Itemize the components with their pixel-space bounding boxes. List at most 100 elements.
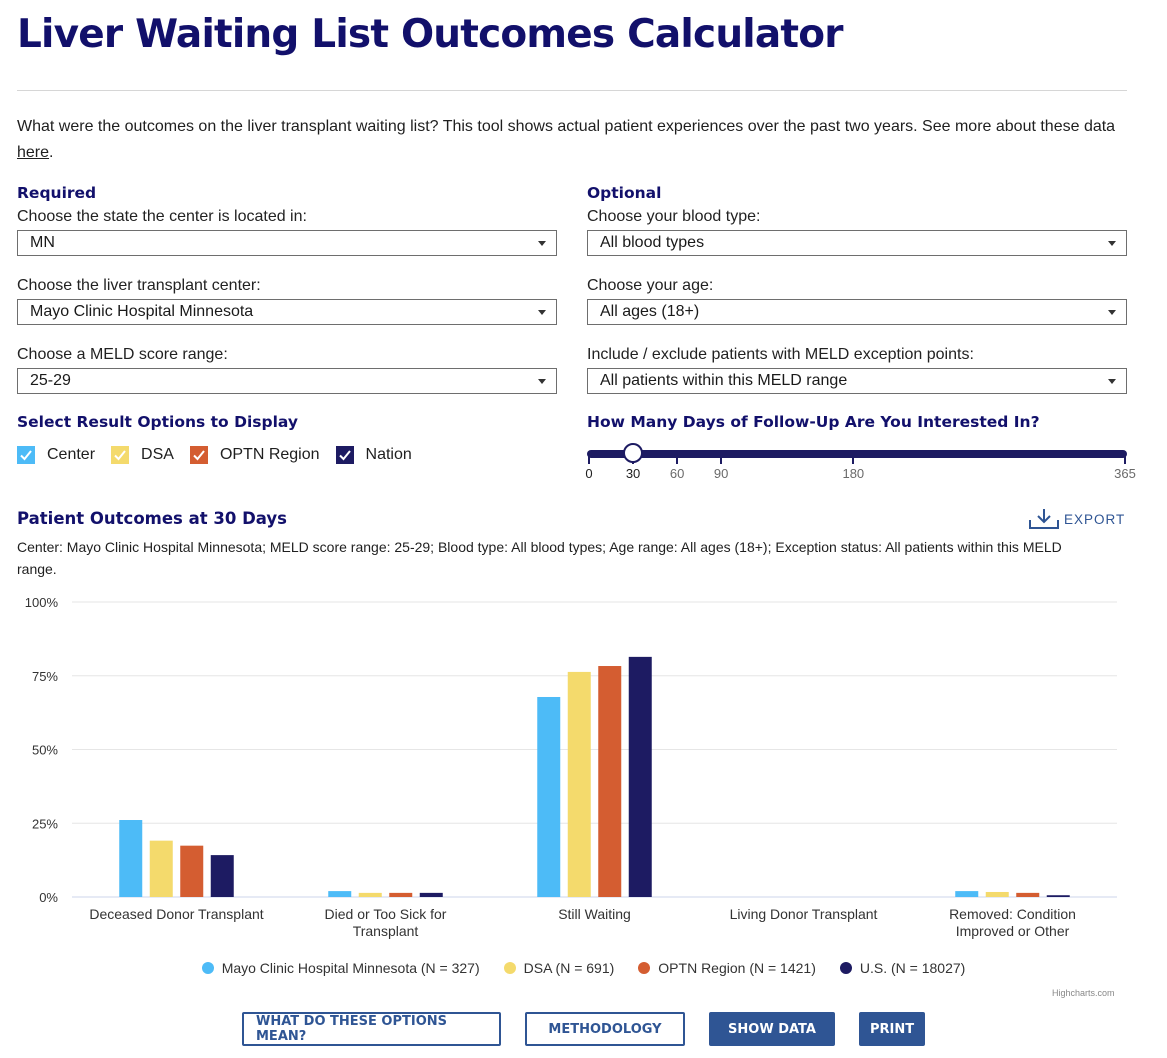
legend-item[interactable]: Mayo Clinic Hospital Minnesota (N = 327) xyxy=(201,960,480,976)
slider-thumb[interactable] xyxy=(623,443,644,463)
slider-tick xyxy=(588,454,590,464)
highcharts-credit[interactable]: Highcharts.com xyxy=(1052,988,1115,998)
bar[interactable] xyxy=(119,820,143,897)
slider-tick-label[interactable]: 180 xyxy=(842,466,864,481)
meld-label: Choose a MELD score range: xyxy=(17,346,228,363)
checkbox-box[interactable] xyxy=(189,446,208,464)
caret-down-icon xyxy=(538,241,546,246)
bar[interactable] xyxy=(358,892,382,897)
required-heading: Required xyxy=(17,184,97,202)
legend-label: Mayo Clinic Hospital Minnesota (N = 327) xyxy=(221,960,480,976)
check-icon xyxy=(114,450,126,461)
bar[interactable] xyxy=(210,855,234,897)
bar[interactable] xyxy=(1016,892,1040,897)
age-label: Choose your age: xyxy=(587,277,714,294)
x-category-label: Improved or Other xyxy=(956,923,1070,939)
blood-select[interactable]: All blood types xyxy=(587,230,1127,256)
checkbox-label: Nation xyxy=(365,446,412,463)
download-icon xyxy=(1029,509,1059,529)
outcomes-bar-chart: 0% 25% 50% 75% 100% Deceased Donor Transplant… xyxy=(25,595,1117,939)
state-label: Choose the state the center is located i… xyxy=(17,208,307,225)
caret-down-icon xyxy=(1108,379,1116,384)
bar[interactable] xyxy=(149,840,173,897)
page-title: Liver Waiting List Outcomes Calculator xyxy=(17,12,843,57)
checkbox-dsa[interactable]: DSA xyxy=(111,446,174,464)
methodology-button[interactable]: METHODOLOGY xyxy=(525,1012,685,1046)
bar[interactable] xyxy=(598,666,622,897)
slider-tick-label[interactable]: 0 xyxy=(585,466,592,481)
optional-heading: Optional xyxy=(587,184,662,202)
bar[interactable] xyxy=(985,891,1009,897)
chart-title: Patient Outcomes at 30 Days xyxy=(17,509,287,528)
bar[interactable] xyxy=(180,845,204,897)
slider-tick xyxy=(1124,454,1126,464)
state-select[interactable]: MN xyxy=(17,230,557,256)
export-button[interactable]: EXPORT xyxy=(1028,508,1125,530)
slider-tick-label[interactable]: 90 xyxy=(714,466,728,481)
exception-select[interactable]: All patients within this MELD range xyxy=(587,368,1127,394)
age-value: All ages (18+) xyxy=(600,303,700,320)
page: Liver Waiting List Outcomes Calculator W… xyxy=(0,0,1167,1058)
bar[interactable] xyxy=(328,891,352,897)
legend-item[interactable]: U.S. (N = 18027) xyxy=(839,960,966,976)
slider-tick xyxy=(720,454,723,464)
age-select[interactable]: All ages (18+) xyxy=(587,299,1127,325)
checkbox-box[interactable] xyxy=(111,446,130,464)
checkbox-nation[interactable]: Nation xyxy=(335,446,412,464)
x-category-label: Living Donor Transplant xyxy=(730,906,878,922)
bar[interactable] xyxy=(955,891,979,897)
check-icon xyxy=(20,450,32,461)
slider-tick xyxy=(852,454,855,464)
legend-dot-icon xyxy=(503,962,516,974)
x-category-label: Still Waiting xyxy=(558,906,631,922)
x-category-label: Transplant xyxy=(353,923,419,939)
action-buttons: WHAT DO THESE OPTIONS MEAN? METHODOLOGY … xyxy=(242,1012,949,1046)
exception-label: Include / exclude patients with MELD exc… xyxy=(587,346,974,363)
show-data-button[interactable]: SHOW DATA xyxy=(709,1012,835,1046)
legend-item[interactable]: DSA (N = 691) xyxy=(503,960,615,976)
x-category-label: Removed: Condition xyxy=(949,906,1076,922)
bar[interactable] xyxy=(537,696,561,897)
checkbox-box[interactable] xyxy=(17,446,35,464)
followup-heading: How Many Days of Follow-Up Are You Inter… xyxy=(587,413,1040,431)
slider-tick-label[interactable]: 30 xyxy=(626,466,640,481)
checkbox-box[interactable] xyxy=(335,446,354,464)
here-link[interactable]: here xyxy=(17,144,49,161)
slider-tick-label[interactable]: 365 xyxy=(1114,466,1136,481)
legend-label: OPTN Region (N = 1421) xyxy=(658,960,816,976)
y-tick-label: 0% xyxy=(39,890,58,905)
check-icon xyxy=(193,450,205,461)
legend-item[interactable]: OPTN Region (N = 1421) xyxy=(638,960,816,976)
blood-label: Choose your blood type: xyxy=(587,208,761,225)
checkbox-center[interactable]: Center xyxy=(17,446,95,464)
center-value: Mayo Clinic Hospital Minnesota xyxy=(30,303,254,320)
export-label: EXPORT xyxy=(1064,511,1126,527)
bar[interactable] xyxy=(1046,895,1070,897)
bar[interactable] xyxy=(628,656,652,897)
bar[interactable] xyxy=(567,671,591,897)
bar[interactable] xyxy=(389,892,413,897)
checkbox-label: OPTN Region xyxy=(219,446,320,463)
optional-section: Optional Choose your blood type: All blo… xyxy=(587,182,1127,411)
followup-slider[interactable]: 0 30 60 90 180 365 xyxy=(585,443,1136,486)
check-icon xyxy=(338,450,351,461)
intro-text: What were the outcomes on the liver tran… xyxy=(17,114,1117,166)
slider-track[interactable] xyxy=(587,450,1127,458)
intro-body: What were the outcomes on the liver tran… xyxy=(17,118,1116,135)
legend-label: DSA (N = 691) xyxy=(523,960,615,976)
bar[interactable] xyxy=(419,892,443,897)
slider-tick-label[interactable]: 60 xyxy=(670,466,684,481)
checkbox-optn-region[interactable]: OPTN Region xyxy=(189,446,320,464)
meld-select[interactable]: 25-29 xyxy=(17,368,557,394)
title-divider xyxy=(17,90,1127,91)
options-meaning-button[interactable]: WHAT DO THESE OPTIONS MEAN? xyxy=(242,1012,501,1046)
checkbox-label: DSA xyxy=(141,446,174,463)
display-options-heading: Select Result Options to Display xyxy=(17,413,298,431)
center-label: Choose the liver transplant center: xyxy=(17,277,261,294)
y-tick-label: 50% xyxy=(32,743,58,758)
center-select[interactable]: Mayo Clinic Hospital Minnesota xyxy=(17,299,557,325)
display-options: Center DSA OPTN Region Nation xyxy=(17,446,428,464)
print-button[interactable]: PRINT xyxy=(859,1012,925,1046)
legend-label: U.S. (N = 18027) xyxy=(859,960,966,976)
y-tick-label: 100% xyxy=(25,595,59,610)
